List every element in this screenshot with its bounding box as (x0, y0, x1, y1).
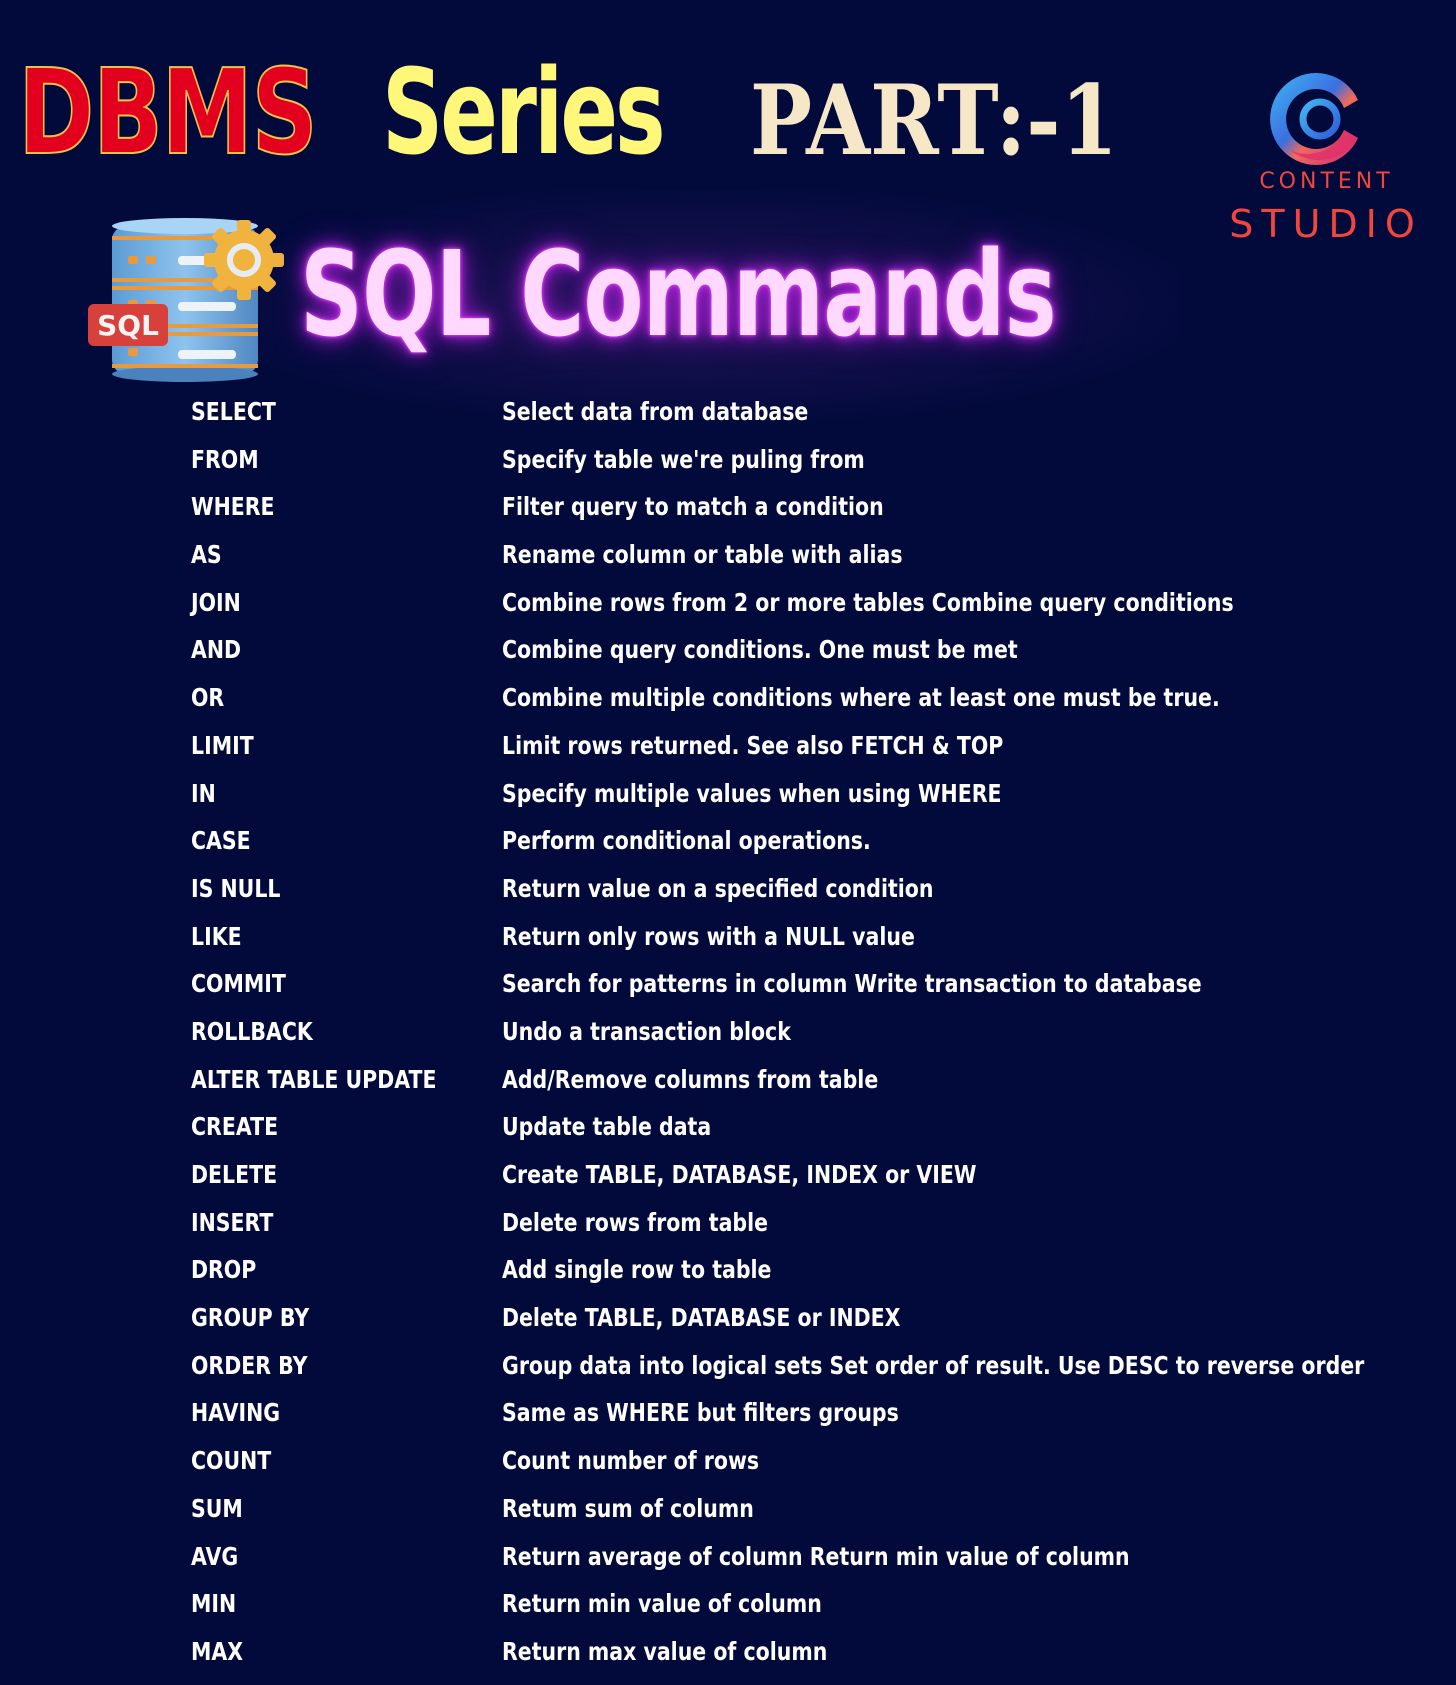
command-keyword: AVG (191, 1541, 239, 1571)
command-row: MAX Return max value of column (191, 1637, 1441, 1685)
command-row: AS Rename column or table with alias (191, 540, 1441, 588)
command-row: IS NULL Return value on a specified condi… (191, 874, 1441, 922)
section-title: SQL Commands (300, 225, 1057, 363)
headline-part-number: PART:-1 (750, 64, 1118, 177)
command-row: IN Specify multiple values when using WHE… (191, 779, 1441, 827)
command-keyword: DELETE (191, 1160, 278, 1189)
command-description: Limit rows returned. See also FETCH & TO… (502, 730, 1004, 760)
command-description: Return only rows with a NULL value (502, 921, 915, 951)
command-keyword: COMMIT (191, 969, 286, 999)
headline-series: Series (382, 43, 666, 181)
command-keyword: AS (191, 540, 222, 570)
command-row: ALTER TABLE UPDATE Add/Remove columns fro… (191, 1065, 1441, 1113)
command-keyword: COUNT (191, 1446, 272, 1476)
command-keyword: IS NULL (191, 873, 281, 903)
command-keyword: AND (191, 635, 242, 665)
command-row: COMMIT Search for patterns in column Writ… (191, 969, 1441, 1017)
sql-badge-text: SQL (97, 309, 159, 342)
command-row: DELETE Create TABLE, DATABASE, INDEX or V… (191, 1160, 1441, 1208)
command-description: Delete rows from table (502, 1207, 769, 1237)
command-description: Return max value of column (502, 1636, 828, 1666)
command-keyword: JOIN (191, 587, 241, 617)
command-keyword: CREATE (191, 1112, 279, 1142)
command-row: SELECT Select data from database (191, 397, 1441, 445)
command-description: Combine query conditions. One must be me… (502, 635, 1018, 665)
command-keyword: INSERT (191, 1207, 274, 1237)
command-row: MIN Return min value of column (191, 1589, 1441, 1637)
command-keyword: WHERE (191, 492, 275, 522)
command-row: CASE Perform conditional operations. (191, 826, 1441, 874)
content-studio-logo-icon (1270, 73, 1358, 165)
command-description: Combine rows from 2 or more tables Combi… (502, 587, 1234, 617)
command-keyword: HAVING (191, 1398, 281, 1428)
command-keyword: SELECT (191, 397, 276, 426)
command-row: FROM Specify table we're puling from (191, 445, 1441, 493)
command-keyword: ALTER TABLE UPDATE (191, 1064, 437, 1094)
command-description: Specify table we're puling from (502, 444, 865, 474)
sql-database-gear-icon: SQL (86, 212, 296, 384)
command-row: AVG Return average of column Return min v… (191, 1542, 1441, 1590)
command-keyword: CASE (191, 826, 251, 856)
headline-dbms: DBMS (17, 43, 318, 181)
command-description: Same as WHERE but filters groups (502, 1398, 899, 1428)
command-row: OR Combine multiple conditions where at l… (191, 683, 1441, 731)
command-description: Specify multiple values when using WHERE (502, 778, 1002, 808)
command-description: Add single row to table (502, 1255, 772, 1285)
command-keyword: SUM (191, 1493, 243, 1523)
command-keyword: MIN (191, 1589, 237, 1619)
command-row: DROP Add single row to table (191, 1255, 1441, 1303)
command-description: Rename column or table with alias (502, 540, 903, 570)
command-row: LIMIT Limit rows returned. See also FETCH… (191, 731, 1441, 779)
command-row: COUNT Count number of rows (191, 1446, 1441, 1494)
command-keyword: MAX (191, 1636, 244, 1666)
command-keyword: LIMIT (191, 730, 254, 760)
command-description: Combine multiple conditions where at lea… (502, 683, 1220, 713)
command-row: INSERT Delete rows from table (191, 1208, 1441, 1256)
command-row: LIKE Return only rows with a NULL value (191, 922, 1441, 970)
command-row: CREATE Update table data (191, 1112, 1441, 1160)
command-description: Search for patterns in column Write tran… (502, 969, 1202, 999)
command-description: Return average of column Return min valu… (502, 1541, 1130, 1571)
command-description: Update table data (502, 1112, 712, 1142)
command-keyword: OR (191, 683, 225, 713)
command-row: GROUP BY Delete TABLE, DATABASE or INDEX (191, 1303, 1441, 1351)
logo-text-content: CONTENT (1259, 169, 1394, 194)
command-description: Select data from database (502, 397, 809, 426)
command-description: Delete TABLE, DATABASE or INDEX (502, 1303, 901, 1333)
command-keyword: DROP (191, 1255, 257, 1285)
command-description: Retum sum of column (502, 1493, 754, 1523)
command-row: ORDER BY Group data into logical sets Set… (191, 1351, 1441, 1399)
command-description: Return value on a specified condition (502, 873, 934, 903)
command-row: AND Combine query conditions. One must be… (191, 635, 1441, 683)
command-row: HAVING Same as WHERE but filters groups (191, 1398, 1441, 1446)
command-keyword: IN (191, 778, 216, 808)
logo-text-studio: STUDIO (1229, 202, 1423, 246)
command-description: Perform conditional operations. (502, 826, 871, 856)
command-keyword: ROLLBACK (191, 1016, 313, 1046)
command-keyword: FROM (191, 444, 259, 474)
command-keyword: ORDER BY (191, 1350, 308, 1380)
content-studio-logo: CONTENT STUDIO (1226, 66, 1426, 246)
command-description: Return min value of column (502, 1589, 822, 1619)
command-description: Filter query to match a condition (502, 492, 884, 522)
command-description: Create TABLE, DATABASE, INDEX or VIEW (502, 1160, 977, 1189)
command-description: Add/Remove columns from table (502, 1064, 879, 1094)
command-description: Count number of rows (502, 1446, 760, 1476)
command-row: WHERE Filter query to match a condition (191, 492, 1441, 540)
command-keyword: GROUP BY (191, 1303, 310, 1333)
command-row: SUM Retum sum of column (191, 1494, 1441, 1542)
sql-commands-table: SELECT Select data from database FROM Speci… (191, 397, 1441, 1685)
command-row: JOIN Combine rows from 2 or more tables C… (191, 588, 1441, 636)
command-row: ROLLBACK Undo a transaction block (191, 1017, 1441, 1065)
command-description: Undo a transaction block (502, 1016, 791, 1046)
command-description: Group data into logical sets Set order o… (502, 1350, 1365, 1380)
command-keyword: LIKE (191, 921, 242, 951)
